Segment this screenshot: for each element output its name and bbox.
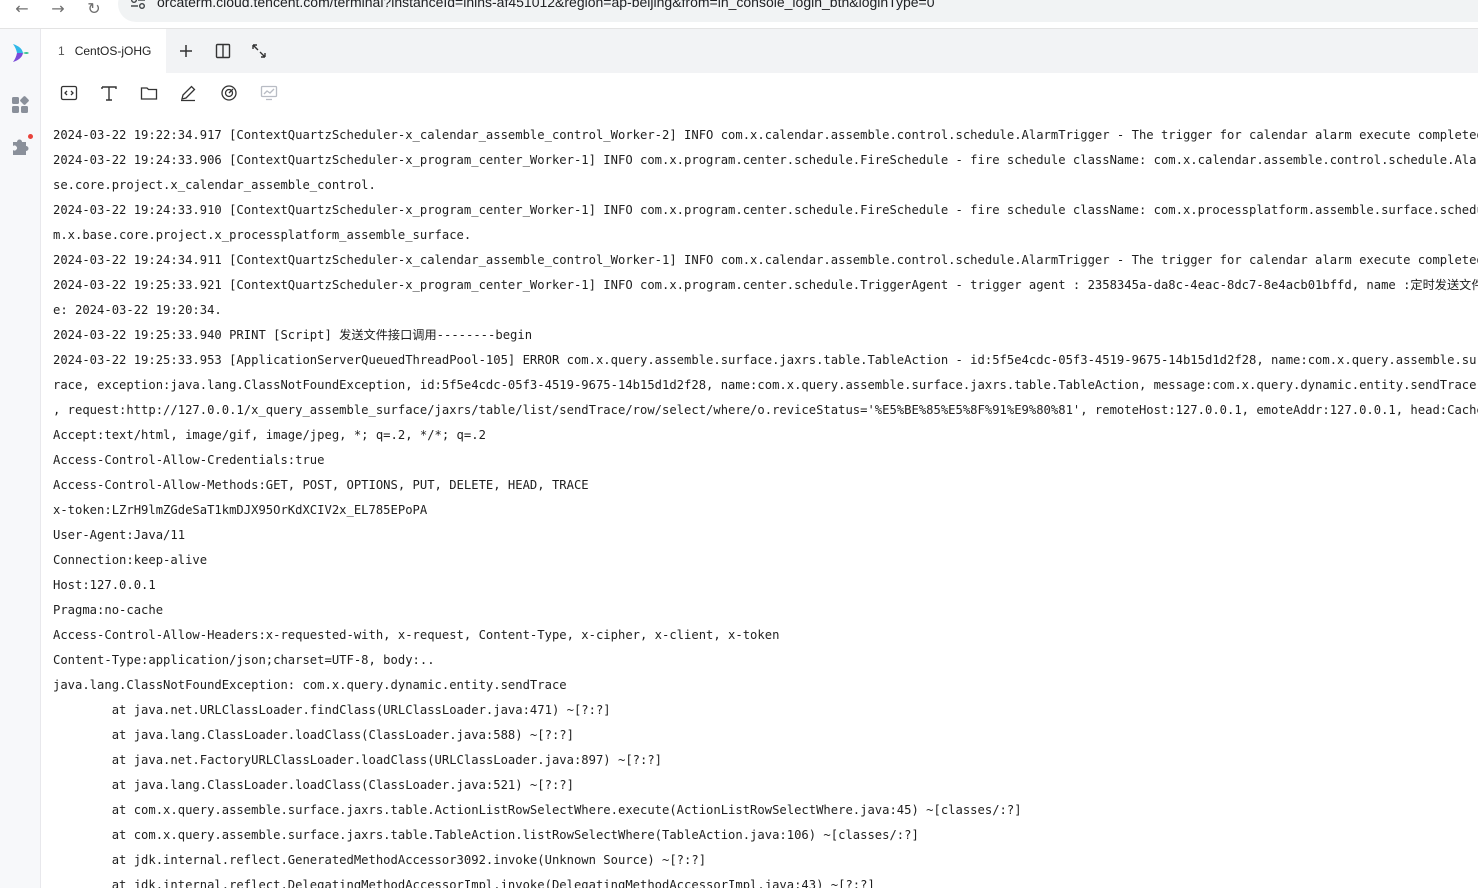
terminal-toolbar — [41, 73, 1478, 113]
terminal-line: at jdk.internal.reflect.DelegatingMethod… — [53, 878, 875, 888]
terminal-line: Connection:keep-alive — [53, 553, 208, 567]
orcaterm-logo-icon[interactable] — [8, 41, 32, 65]
terminal-line: at java.lang.ClassLoader.loadClass(Class… — [53, 778, 574, 792]
apps-grid-icon[interactable] — [10, 95, 30, 115]
terminal-line: 2024-03-22 19:25:33.940 PRINT [Script] 发… — [53, 328, 533, 342]
terminal-line: at java.lang.ClassLoader.loadClass(Class… — [53, 728, 574, 742]
terminal-line: Host:127.0.0.1 — [53, 578, 156, 592]
site-settings-icon[interactable] — [130, 0, 146, 10]
tab-label: CentOS-jOHG — [74, 44, 152, 58]
terminal-line: 2024-03-22 19:24:34.911 [ContextQuartzSc… — [53, 253, 1478, 267]
terminal-line: , request:http://127.0.0.1/x_query_assem… — [53, 403, 1478, 417]
tab-index: 1 — [58, 44, 65, 58]
split-view-icon[interactable] — [213, 41, 233, 61]
terminal-line: m.x.base.core.project.x_processplatform_… — [53, 228, 472, 242]
terminal-line: se.core.project.x_calendar_assemble_cont… — [53, 178, 376, 192]
terminal-line: 2024-03-22 19:25:33.953 [ApplicationServ… — [53, 353, 1478, 367]
terminal-tabbar: 1 CentOS-jOHG — [41, 29, 1478, 73]
terminal-line: x-token:LZrH9lmZGdeSaT1kmDJX95OrKdXCIV2x… — [53, 503, 428, 517]
arrow-right-icon[interactable]: → — [46, 0, 70, 19]
terminal-line: User-Agent:Java/11 — [53, 528, 186, 542]
terminal-lines: 2024-03-22 19:22:34.917 [ContextQuartzSc… — [53, 123, 1478, 888]
terminal-line: at java.net.URLClassLoader.findClass(URL… — [53, 703, 611, 717]
monitor-chart-icon[interactable] — [259, 83, 279, 103]
terminal-line: Accept:text/html, image/gif, image/jpeg,… — [53, 428, 486, 442]
browser-toolbar: ← → ↻ orcaterm.cloud.tencent.com/termina… — [0, 0, 1478, 29]
plus-icon[interactable] — [176, 41, 196, 61]
folder-icon[interactable] — [139, 83, 159, 103]
terminal-line: Access-Control-Allow-Methods:GET, POST, … — [53, 478, 589, 492]
terminal-line: Access-Control-Allow-Credentials:true — [53, 453, 325, 467]
code-icon[interactable] — [59, 83, 79, 103]
notification-dot — [28, 134, 33, 139]
reload-icon[interactable]: ↻ — [82, 0, 106, 19]
terminal-line: at com.x.query.assemble.surface.jaxrs.ta… — [53, 803, 1022, 817]
terminal-line: java.lang.ClassNotFoundException: com.x.… — [53, 678, 567, 692]
terminal-line: 2024-03-22 19:25:33.921 [ContextQuartzSc… — [53, 278, 1478, 292]
terminal-line: 2024-03-22 19:24:33.906 [ContextQuartzSc… — [53, 153, 1478, 167]
terminal-line: Access-Control-Allow-Headers:x-requested… — [53, 628, 780, 642]
terminal-line: race, exception:java.lang.ClassNotFoundE… — [53, 378, 1478, 392]
terminal-line: at java.net.FactoryURLClassLoader.loadCl… — [53, 753, 663, 767]
terminal-line: at jdk.internal.reflect.GeneratedMethodA… — [53, 853, 707, 867]
edit-pen-icon[interactable] — [178, 83, 198, 103]
terminal-line: Content-Type:application/json;charset=UT… — [53, 653, 435, 667]
app-sidebar — [0, 29, 41, 888]
terminal-output[interactable]: 2024-03-22 19:22:34.917 [ContextQuartzSc… — [41, 113, 1478, 888]
terminal-line: e: 2024-03-22 19:20:34. — [53, 303, 222, 317]
terminal-line: 2024-03-22 19:22:34.917 [ContextQuartzSc… — [53, 128, 1478, 142]
dashboard-gauge-icon[interactable] — [219, 83, 239, 103]
arrow-left-icon[interactable]: ← — [10, 0, 34, 19]
tab-centos[interactable]: 1 CentOS-jOHG — [41, 29, 166, 73]
text-format-icon[interactable] — [99, 83, 119, 103]
terminal-line: Pragma:no-cache — [53, 603, 164, 617]
terminal-line: 2024-03-22 19:24:33.910 [ContextQuartzSc… — [53, 203, 1478, 217]
expand-icon[interactable] — [249, 41, 269, 61]
url-text[interactable]: orcaterm.cloud.tencent.com/terminal?inst… — [157, 0, 935, 10]
terminal-line: at com.x.query.assemble.surface.jaxrs.ta… — [53, 828, 919, 842]
